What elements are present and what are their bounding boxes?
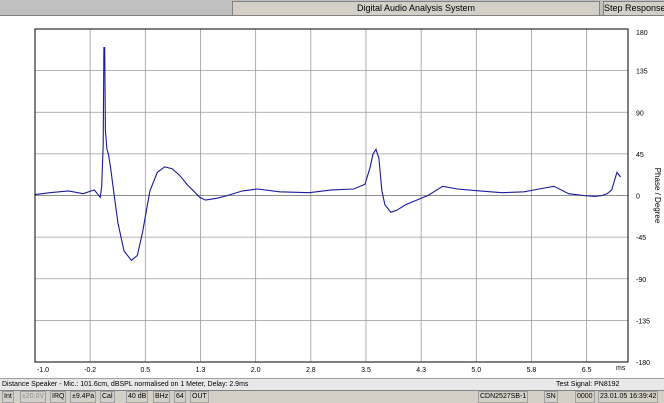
status-device: CDN2527SB-1	[478, 391, 529, 403]
title-bar: Digital Audio Analysis System Step Respo…	[0, 0, 664, 16]
x-tick-label: 5.8	[527, 367, 537, 374]
status-out[interactable]: OUT	[190, 391, 209, 403]
status-datetime: 23.01.05 16:39:42	[598, 391, 659, 403]
status-average[interactable]: 64	[174, 391, 186, 403]
y-axis-label: Phase / Degree	[653, 168, 662, 224]
x-tick-label: 3.5	[361, 367, 371, 374]
y-tick-label: -90	[636, 277, 646, 284]
status-irq[interactable]: IRQ	[50, 391, 67, 403]
x-tick-label: 0.5	[140, 367, 150, 374]
test-signal-info: Test Signal: PN8192	[556, 381, 620, 388]
info-bar: Distance Speaker - Mic.: 101.6cm, dBSPL …	[0, 378, 664, 390]
step-response-chart[interactable]: -1.0 -0.2 0.5 1.3 2.0 2.8 3.5 4.3 5.0 5.8 6.5 1801…	[0, 16, 664, 378]
status-pressure[interactable]: ±9.4Pa	[70, 391, 97, 403]
window-title: Digital Audio Analysis System	[232, 1, 600, 16]
x-tick-label: 5.0	[471, 367, 481, 374]
status-int[interactable]: Int	[2, 391, 14, 403]
status-input-range[interactable]: ±20.0V	[20, 391, 47, 403]
y-tick-labels: 180 135 90 45 0 -45 -90 -135 -180	[636, 30, 650, 367]
status-bar: Int ±20.0V IRQ ±9.4Pa Cal 40 dB BHz 64 O…	[0, 390, 664, 403]
x-tick-label: -0.2	[84, 367, 96, 374]
step-response-tab[interactable]: Step Response	[603, 1, 664, 16]
y-tick-label: 45	[636, 152, 644, 159]
x-tick-label: 6.5	[582, 367, 592, 374]
y-tick-label: 180	[636, 30, 648, 37]
x-tick-label: 4.3	[416, 367, 426, 374]
x-tick-label: 2.8	[306, 367, 316, 374]
x-tick-label: 1.3	[196, 367, 206, 374]
x-tick-labels: -1.0 -0.2 0.5 1.3 2.0 2.8 3.5 4.3 5.0 5.8 6.5	[37, 367, 592, 374]
status-sn-value: 0000	[575, 391, 595, 403]
status-bhz[interactable]: BHz	[153, 391, 171, 403]
x-tick-label: -1.0	[37, 367, 49, 374]
y-tick-label: 90	[636, 110, 644, 117]
plot-area[interactable]: -1.0 -0.2 0.5 1.3 2.0 2.8 3.5 4.3 5.0 5.8 6.5 180 1…	[0, 16, 664, 378]
status-sn-label: SN	[544, 391, 558, 403]
horizontal-grid	[35, 70, 628, 321]
y-tick-label: -45	[636, 235, 646, 242]
y-tick-label: -180	[636, 360, 650, 367]
y-tick-label: 0	[636, 194, 640, 201]
measurement-info: Distance Speaker - Mic.: 101.6cm, dBSPL …	[2, 381, 249, 388]
y-tick-label: -135	[636, 318, 650, 325]
y-tick-label: 135	[636, 69, 648, 76]
x-tick-label: 2.0	[251, 367, 261, 374]
status-cal[interactable]: Cal	[100, 391, 115, 403]
status-gain[interactable]: 40 dB	[126, 391, 149, 403]
x-axis-label: ms	[616, 365, 626, 372]
